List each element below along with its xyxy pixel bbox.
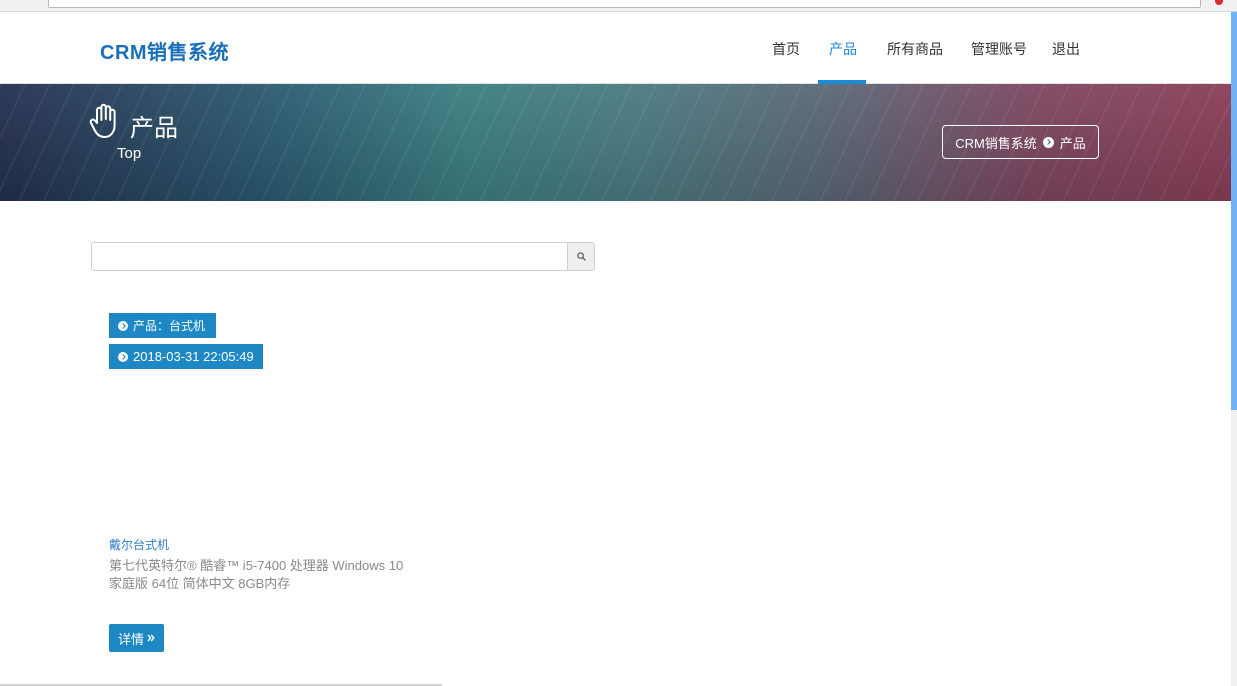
nav-item-logout[interactable]: 退出 <box>1052 39 1080 59</box>
hand-icon <box>89 103 116 138</box>
nav-item-home[interactable]: 首页 <box>772 39 800 59</box>
detail-button[interactable]: 详情 <box>109 624 164 652</box>
product-description: 第七代英特尔® 酷睿™ i5-7400 处理器 Windows 10 家庭版 6… <box>109 558 404 591</box>
category-tag-label: 产品：台式机 <box>133 319 206 333</box>
circle-arrow-right-icon <box>1042 136 1054 148</box>
vertical-scrollbar[interactable] <box>1231 12 1237 686</box>
category-tag: 产品：台式机 <box>109 313 216 338</box>
date-tag: 2018-03-31 22:05:49 <box>109 344 263 369</box>
banner-title: 产品 <box>130 115 178 142</box>
browser-menu-icon[interactable] <box>1215 0 1223 5</box>
nav-item-manage-account[interactable]: 管理账号 <box>971 39 1027 59</box>
double-chevron-right-icon <box>147 634 155 642</box>
nav-item-all-goods[interactable]: 所有商品 <box>887 39 943 59</box>
address-bar[interactable] <box>48 0 1201 8</box>
brand-logo[interactable]: CRM销售系统 <box>100 36 229 65</box>
search-input[interactable] <box>92 243 568 270</box>
circle-arrow-right-icon <box>118 351 128 362</box>
breadcrumb-current: 产品 <box>1059 135 1086 151</box>
detail-button-label: 详情 <box>117 631 144 647</box>
browser-chrome <box>0 0 1237 12</box>
site-header: CRM销售系统 首页 产品 所有商品 管理账号 退出 <box>0 12 1231 84</box>
breadcrumb-home[interactable]: CRM销售系统 <box>955 133 1037 152</box>
search-button[interactable] <box>567 243 594 270</box>
scrollbar-thumb[interactable] <box>1231 12 1237 410</box>
nav-item-products[interactable]: 产品 <box>829 39 857 59</box>
page-banner: 产品 Top CRM销售系统 产品 <box>0 84 1231 201</box>
search-box <box>91 242 595 271</box>
banner-subtitle: Top <box>117 145 142 162</box>
date-tag-label: 2018-03-31 22:05:49 <box>133 349 254 364</box>
breadcrumb: CRM销售系统 产品 <box>942 125 1099 159</box>
product-name[interactable]: 戴尔台式机 <box>109 536 169 553</box>
search-icon <box>576 252 586 261</box>
circle-arrow-right-icon <box>118 320 128 331</box>
